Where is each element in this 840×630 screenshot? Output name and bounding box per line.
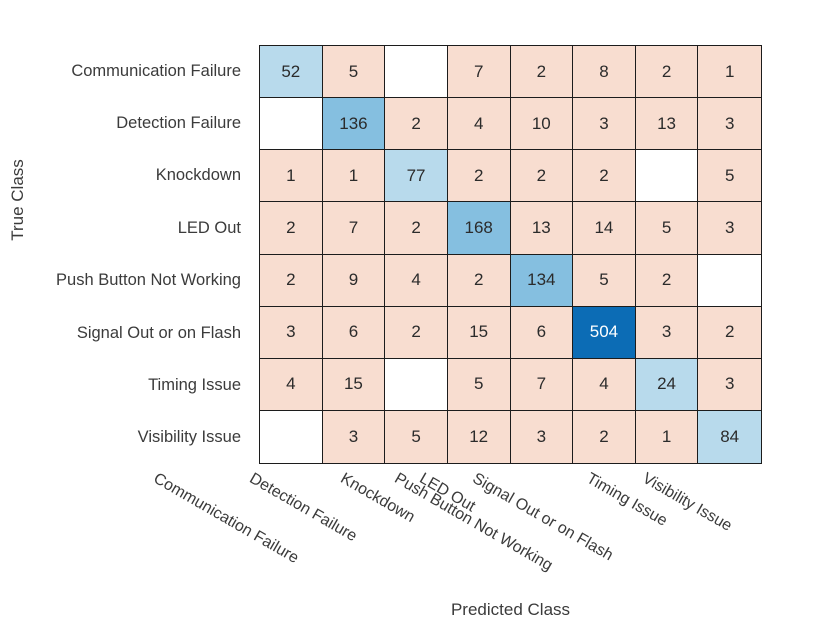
matrix-cell: 77 <box>385 150 448 203</box>
matrix-cell: 84 <box>698 410 761 463</box>
matrix-cell: 2 <box>447 150 511 203</box>
matrix-cell: 5 <box>635 202 699 255</box>
matrix-cell: 3 <box>698 358 761 411</box>
matrix-cell: 168 <box>447 202 511 255</box>
matrix-cell: 7 <box>447 46 511 99</box>
row-label-group: Communication Failure Detection Failure Kn… <box>10 45 252 464</box>
matrix-cell: 6 <box>322 306 386 359</box>
matrix-cell <box>635 150 699 203</box>
matrix-cell: 3 <box>573 98 636 151</box>
matrix-cell: 134 <box>510 254 574 307</box>
row-label: Push Button Not Working <box>56 271 241 290</box>
matrix-cell: 15 <box>447 306 511 359</box>
matrix-cell: 24 <box>635 358 699 411</box>
row-label: LED Out <box>177 218 241 237</box>
row-label: Detection Failure <box>116 114 241 133</box>
matrix-cell: 5 <box>698 150 761 203</box>
matrix-cell: 10 <box>510 98 574 151</box>
column-label-group: Communication Failure Detection Failure Kn… <box>151 464 762 594</box>
matrix-cell: 2 <box>385 98 448 151</box>
matrix-cell: 13 <box>635 98 699 151</box>
matrix-cell: 14 <box>573 202 636 255</box>
matrix-cell: 4 <box>573 358 636 411</box>
row-label: Timing Issue <box>148 375 241 394</box>
matrix-cell: 2 <box>385 306 448 359</box>
matrix-cell: 5 <box>385 410 448 463</box>
matrix-cell: 136 <box>322 98 386 151</box>
matrix-cell: 8 <box>573 46 636 99</box>
matrix-cell: 7 <box>510 358 574 411</box>
row-label: Communication Failure <box>71 61 241 80</box>
confusion-matrix-grid: 52 5 7 2 8 2 1 136 2 4 10 3 13 3 1 1 77 2 2 2 5 2 7 2 168 13 14 5 3 2… <box>259 45 762 464</box>
matrix-cell: 13 <box>510 202 574 255</box>
x-axis-title: Predicted Class <box>450 600 571 619</box>
matrix-cell: 1 <box>322 150 386 203</box>
matrix-cell: 3 <box>260 306 323 359</box>
matrix-cell: 2 <box>385 202 448 255</box>
matrix-cell: 504 <box>573 306 636 359</box>
matrix-cell: 2 <box>260 254 323 307</box>
matrix-cell: 4 <box>447 98 511 151</box>
matrix-cell: 4 <box>385 254 448 307</box>
matrix-cell: 5 <box>322 46 386 99</box>
matrix-cell <box>385 46 448 99</box>
matrix-cell: 2 <box>510 150 574 203</box>
matrix-cell: 2 <box>635 46 699 99</box>
matrix-cell: 2 <box>260 202 323 255</box>
confusion-matrix-chart: True Class Communication Failure Detectio… <box>0 0 840 630</box>
matrix-cell: 5 <box>447 358 511 411</box>
matrix-cell <box>260 98 323 151</box>
matrix-cell: 5 <box>573 254 636 307</box>
matrix-cell: 7 <box>322 202 386 255</box>
matrix-cell: 9 <box>322 254 386 307</box>
matrix-cell: 2 <box>698 306 761 359</box>
matrix-cell: 2 <box>573 150 636 203</box>
row-label: Knockdown <box>155 166 241 185</box>
matrix-cell: 52 <box>260 46 323 99</box>
matrix-cell <box>698 254 761 307</box>
matrix-cell: 1 <box>260 150 323 203</box>
matrix-cell: 3 <box>510 410 574 463</box>
matrix-cell: 2 <box>447 254 511 307</box>
matrix-cell: 2 <box>573 410 636 463</box>
matrix-cell: 3 <box>698 98 761 151</box>
matrix-cell: 3 <box>322 410 386 463</box>
row-label: Signal Out or on Flash <box>76 323 241 342</box>
matrix-cell: 12 <box>447 410 511 463</box>
matrix-cell: 3 <box>698 202 761 255</box>
matrix-cell <box>260 410 323 463</box>
matrix-cell <box>385 358 448 411</box>
matrix-cell: 1 <box>698 46 761 99</box>
matrix-cell: 4 <box>260 358 323 411</box>
matrix-cell: 1 <box>635 410 699 463</box>
matrix-cell: 2 <box>510 46 574 99</box>
row-label: Visibility Issue <box>137 428 241 447</box>
matrix-cell: 6 <box>510 306 574 359</box>
matrix-cell: 2 <box>635 254 699 307</box>
matrix-cell: 3 <box>635 306 699 359</box>
matrix-cell: 15 <box>322 358 386 411</box>
